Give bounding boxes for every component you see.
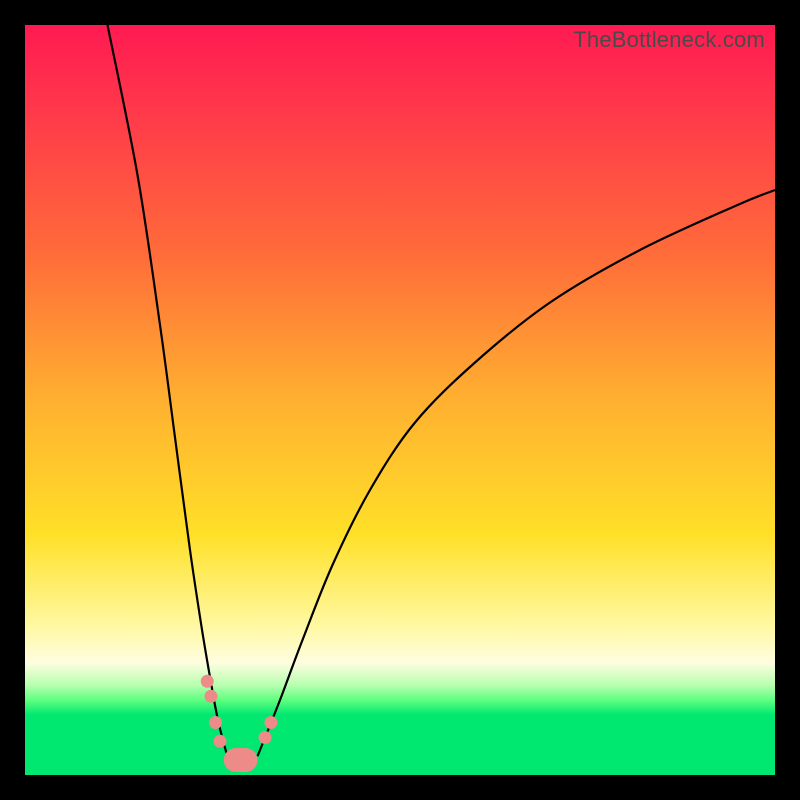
chart-canvas	[25, 25, 775, 775]
marker-dot	[205, 690, 218, 703]
marker-dot	[259, 731, 272, 744]
marker-dot	[201, 675, 214, 688]
marker-dot	[209, 716, 222, 729]
marker-dot	[265, 716, 278, 729]
marker-dot	[214, 735, 227, 748]
curve-left-branch	[108, 25, 228, 756]
marker-bar	[224, 748, 258, 772]
curve-right-branch	[258, 190, 776, 756]
chart-frame: TheBottleneck.com	[25, 25, 775, 775]
watermark-label: TheBottleneck.com	[573, 27, 765, 53]
